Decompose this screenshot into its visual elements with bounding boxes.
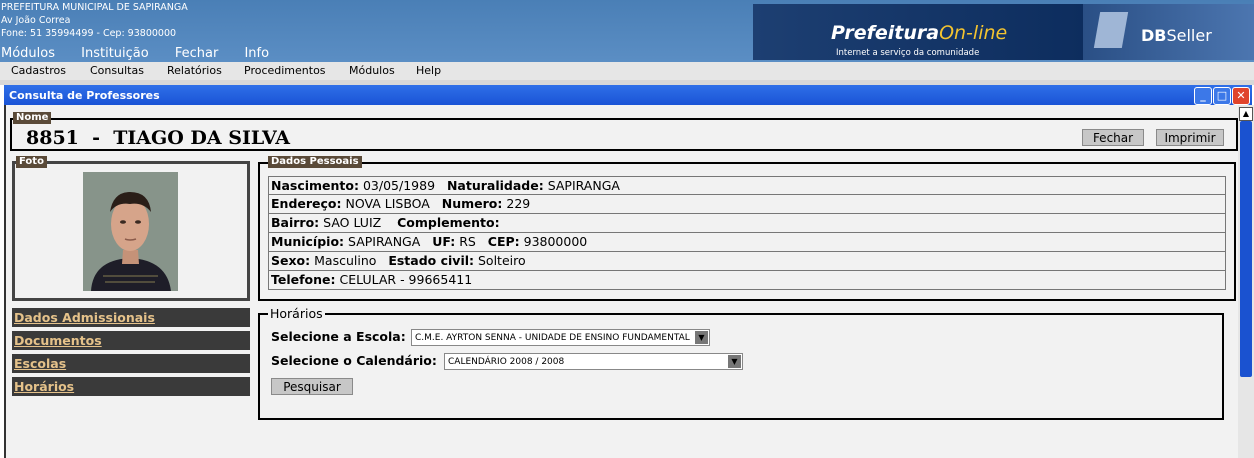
endereco-value: NOVA LISBOA (345, 196, 430, 211)
sexo-label: Sexo: (271, 253, 311, 268)
prefeitura-online-logo: PrefeituraOn-line Internet a serviço da … (753, 4, 1083, 60)
sidebar-item-documentos[interactable]: Documentos (12, 331, 250, 350)
org-info: PREFEITURA MUNICIPAL DE SAPIRANGA Av Joã… (1, 1, 188, 40)
teacher-sep: - (92, 127, 101, 149)
vertical-scrollbar[interactable]: ▲ (1238, 105, 1254, 458)
top-menu-info[interactable]: Info (244, 46, 269, 61)
top-menu-fechar[interactable]: Fechar (175, 46, 218, 61)
brand-main: Prefeitura (831, 22, 940, 44)
dados-pessoais-legend: Dados Pessoais (268, 156, 362, 168)
scroll-thumb[interactable] (1240, 121, 1252, 377)
estado-civil-label: Estado civil: (388, 253, 475, 268)
cep-label: CEP: (487, 234, 520, 249)
maximize-icon[interactable]: □ (1213, 87, 1231, 105)
escola-selected-value: C.M.E. AYRTON SENNA - UNIDADE DE ENSINO … (415, 333, 690, 343)
org-contact: Fone: 51 35994499 - Cep: 93800000 (1, 28, 177, 39)
close-icon[interactable]: ✕ (1232, 87, 1250, 105)
uf-label: UF: (432, 234, 456, 249)
nome-legend: Nome (13, 112, 52, 124)
teacher-name: TIAGO DA SILVA (113, 127, 290, 149)
estado-civil-value: Solteiro (478, 253, 526, 268)
row-sexo: Sexo: Masculino Estado civil: Solteiro (268, 252, 1226, 271)
top-menu: Módulos Instituição Fechar Info (1, 46, 291, 61)
cep-value: 93800000 (523, 234, 588, 249)
foto-legend: Foto (16, 156, 47, 168)
municipio-value: SAPIRANGA (348, 234, 421, 249)
menu-cadastros[interactable]: Cadastros (11, 64, 66, 77)
calendario-selected-value: CALENDÁRIO 2008 / 2008 (448, 357, 565, 367)
row-municipio: Município: SAPIRANGA UF: RS CEP: 9380000… (268, 233, 1226, 252)
row-telefone: Telefone: CELULAR - 99665411 (268, 271, 1226, 290)
window-title: Consulta de Professores (9, 89, 160, 102)
telefone-value: CELULAR - 99665411 (339, 272, 473, 287)
window-titlebar: Consulta de Professores _ □ ✕ (4, 85, 1252, 105)
menu-modulos[interactable]: Módulos (349, 64, 395, 77)
vendor-bold: DB (1141, 26, 1167, 45)
menu-relatorios[interactable]: Relatórios (167, 64, 222, 77)
top-menu-instituicao[interactable]: Instituição (81, 46, 149, 61)
uf-value: RS (459, 234, 476, 249)
municipio-label: Município: (271, 234, 345, 249)
naturalidade-label: Naturalidade: (446, 178, 544, 193)
numero-value: 229 (506, 196, 531, 211)
org-name: PREFEITURA MUNICIPAL DE SAPIRANGA (1, 2, 188, 13)
minimize-icon[interactable]: _ (1194, 87, 1212, 105)
menu-consultas[interactable]: Consultas (90, 64, 144, 77)
chevron-down-icon[interactable]: ▼ (695, 331, 708, 344)
scroll-up-icon[interactable]: ▲ (1239, 107, 1253, 121)
app-header: PREFEITURA MUNICIPAL DE SAPIRANGA Av Joã… (0, 0, 1254, 62)
sidebar-item-horarios[interactable]: Horários (12, 377, 250, 396)
row-bairro: Bairro: SAO LUIZ Complemento: (268, 214, 1226, 233)
brand-subtitle: Internet a serviço da comunidade (836, 48, 980, 58)
numero-label: Numero: (441, 196, 503, 211)
brand-accent: On-line (939, 22, 1008, 44)
bairro-label: Bairro: (271, 215, 320, 230)
person-photo-icon (83, 172, 178, 291)
dbseller-mark-icon (1093, 12, 1129, 48)
row-endereco: Endereço: NOVA LISBOA Numero: 229 (268, 195, 1226, 214)
fechar-button[interactable]: Fechar (1082, 129, 1144, 146)
menu-procedimentos[interactable]: Procedimentos (244, 64, 326, 77)
sidebar-item-dados-admissionais[interactable]: Dados Admissionais (12, 308, 250, 327)
teacher-header: 8851 - TIAGO DA SILVA (26, 127, 290, 149)
naturalidade-value: SAPIRANGA (547, 178, 620, 193)
telefone-label: Telefone: (271, 272, 336, 287)
teacher-code: 8851 (26, 127, 79, 149)
teacher-photo (83, 172, 178, 291)
vendor-rest: Seller (1166, 26, 1212, 45)
escola-label: Selecione a Escola: (271, 329, 406, 344)
horarios-legend: Horários (268, 306, 325, 321)
calendario-select[interactable]: CALENDÁRIO 2008 / 2008 ▼ (444, 353, 743, 370)
imprimir-button[interactable]: Imprimir (1156, 129, 1224, 146)
pesquisar-button[interactable]: Pesquisar (271, 378, 353, 395)
sexo-value: Masculino (314, 253, 377, 268)
complemento-label: Complemento: (397, 215, 500, 230)
endereco-label: Endereço: (271, 196, 342, 211)
bairro-value: SAO LUIZ (323, 215, 382, 230)
nascimento-label: Nascimento: (271, 178, 359, 193)
chevron-down-icon[interactable]: ▼ (728, 355, 741, 368)
org-address: Av João Correa (1, 15, 71, 26)
calendario-label: Selecione o Calendário: (271, 353, 437, 368)
menu-help[interactable]: Help (416, 64, 441, 77)
sidebar-item-escolas[interactable]: Escolas (12, 354, 250, 373)
escola-select[interactable]: C.M.E. AYRTON SENNA - UNIDADE DE ENSINO … (411, 329, 710, 346)
top-menu-modulos[interactable]: Módulos (1, 46, 55, 61)
menu-bar: Cadastros Consultas Relatórios Procedime… (0, 62, 1254, 81)
nascimento-value: 03/05/1989 (362, 178, 436, 193)
row-nascimento: Nascimento: 03/05/1989 Naturalidade: SAP… (268, 176, 1226, 195)
dbseller-logo: DBSeller (1083, 4, 1254, 60)
